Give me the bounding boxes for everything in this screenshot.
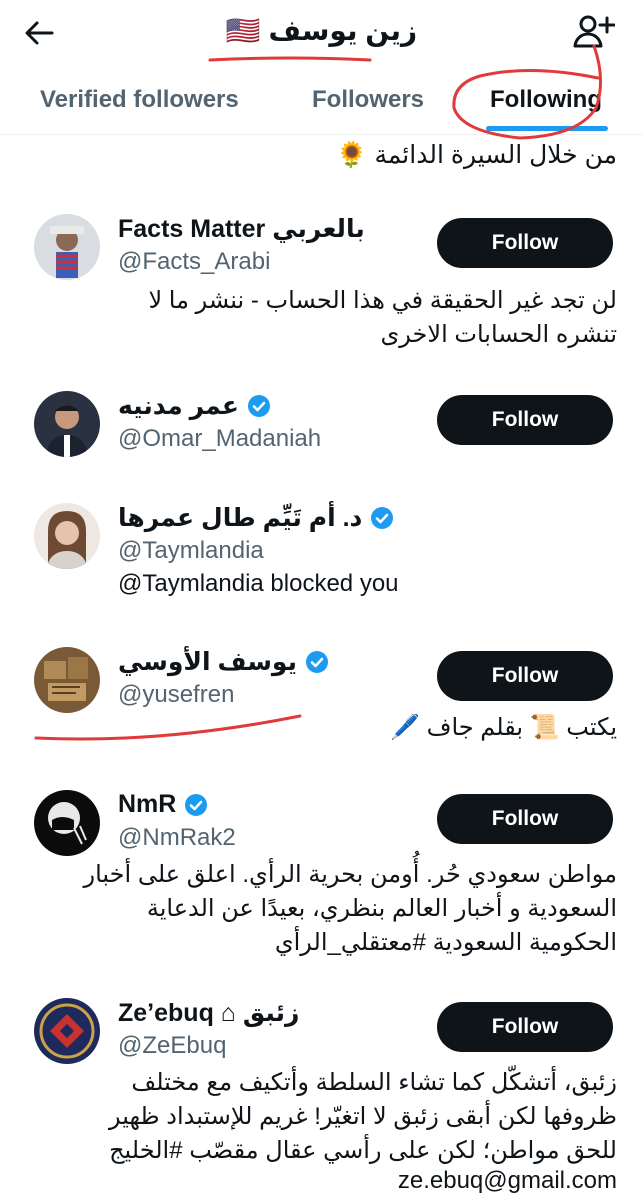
page-title: زين يوسف 🇺🇸 bbox=[225, 15, 418, 46]
verified-badge-icon bbox=[184, 793, 208, 817]
user-name[interactable]: عمر مدنيه bbox=[118, 391, 271, 421]
follow-button[interactable]: Follow bbox=[437, 651, 613, 701]
user-name-text[interactable]: NmR bbox=[118, 790, 176, 819]
user-name[interactable]: Facts Matter بالعربي bbox=[118, 214, 365, 244]
user-bio-line: يكتب 📜 بقلم جاف 🖊️ bbox=[390, 714, 617, 741]
user-bio-line: لن تجد غير الحقيقة في هذا الحساب - ننشر … bbox=[148, 287, 617, 314]
avatar[interactable] bbox=[34, 503, 100, 569]
user-name[interactable]: د. أم تَيِّم طال عمرها bbox=[118, 503, 394, 533]
user-handle[interactable]: @Taymlandia bbox=[118, 537, 264, 565]
user-handle[interactable]: @Omar_Madaniah bbox=[118, 425, 321, 453]
user-bio-line: تنشره الحسابات الاخرى bbox=[380, 321, 617, 348]
follow-button[interactable]: Follow bbox=[437, 218, 613, 268]
user-bio-email: ze.ebuq@gmail.com bbox=[397, 1167, 617, 1194]
follow-button[interactable]: Follow bbox=[437, 1002, 613, 1052]
avatar[interactable] bbox=[34, 391, 100, 457]
user-bio-line: زئبق، أتشكّل كما تشاء السلطة وأتكيف مع م… bbox=[131, 1069, 617, 1096]
user-name[interactable]: Ze’ebuq ⌂ زئبق bbox=[118, 998, 299, 1028]
user-bio-line: مواطن سعودي حُر. أُومن بحرية الرأي. اعلق… bbox=[83, 861, 618, 888]
follow-button[interactable]: Follow bbox=[437, 395, 613, 445]
annotation-user-underline bbox=[34, 714, 302, 741]
user-handle[interactable]: @ZeEbuq bbox=[118, 1032, 226, 1060]
user-handle[interactable]: @yusefren bbox=[118, 681, 234, 709]
user-name[interactable]: يوسف الأوسي bbox=[118, 647, 329, 677]
top-bar: زين يوسف 🇺🇸 bbox=[0, 0, 643, 66]
user-bio-line: الحكومية السعودية #معتقلي_الرأي bbox=[274, 929, 617, 956]
user-bio-line: للحق مواطن؛ لكن على رأسي عقال مقصّب #الخ… bbox=[109, 1137, 617, 1164]
avatar[interactable] bbox=[34, 647, 100, 713]
user-handle[interactable]: @Facts_Arabi bbox=[118, 248, 270, 276]
tab-following[interactable]: Following bbox=[490, 86, 602, 114]
blocked-notice: @Taymlandia blocked you bbox=[118, 570, 399, 597]
user-name-text[interactable]: د. أم تَيِّم طال عمرها bbox=[118, 503, 362, 533]
verified-badge-icon bbox=[247, 394, 271, 418]
user-handle[interactable]: @NmRak2 bbox=[118, 824, 236, 852]
user-bio-line: ظروفها لكن أبقى زئبق لا اتغيّر! غريم للإ… bbox=[108, 1103, 617, 1130]
user-name-text[interactable]: يوسف الأوسي bbox=[118, 647, 297, 677]
tab-verified-followers[interactable]: Verified followers bbox=[40, 86, 239, 114]
add-user-icon[interactable] bbox=[571, 10, 616, 54]
avatar[interactable] bbox=[34, 998, 100, 1064]
verified-badge-icon bbox=[370, 506, 394, 530]
verified-badge-icon bbox=[305, 650, 329, 674]
tab-followers[interactable]: Followers bbox=[312, 86, 424, 114]
avatar[interactable] bbox=[34, 214, 100, 280]
user-name[interactable]: NmR bbox=[118, 790, 208, 819]
bio-snippet: من خلال السيرة الدائمة 🌻 bbox=[336, 141, 617, 169]
user-bio-line: السعودية و أخبار العالم بنظري، بعيدًا عن… bbox=[146, 895, 617, 922]
avatar[interactable] bbox=[34, 790, 100, 856]
user-name-text[interactable]: عمر مدنيه bbox=[118, 391, 239, 421]
active-tab-indicator bbox=[486, 126, 608, 131]
tab-bar: Verified followers Followers Following bbox=[0, 66, 643, 135]
follow-button[interactable]: Follow bbox=[437, 794, 613, 844]
